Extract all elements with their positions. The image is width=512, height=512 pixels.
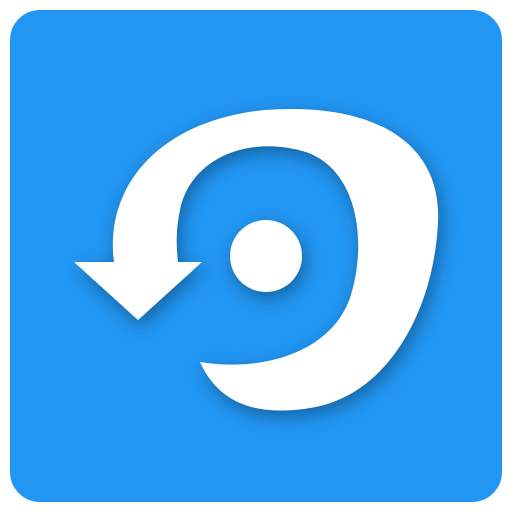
rotate-arrow-icon [74, 108, 439, 411]
app-icon-tile [10, 10, 502, 502]
app-icon-canvas [0, 0, 512, 512]
center-dot [230, 220, 302, 292]
arrow-head [74, 262, 202, 320]
